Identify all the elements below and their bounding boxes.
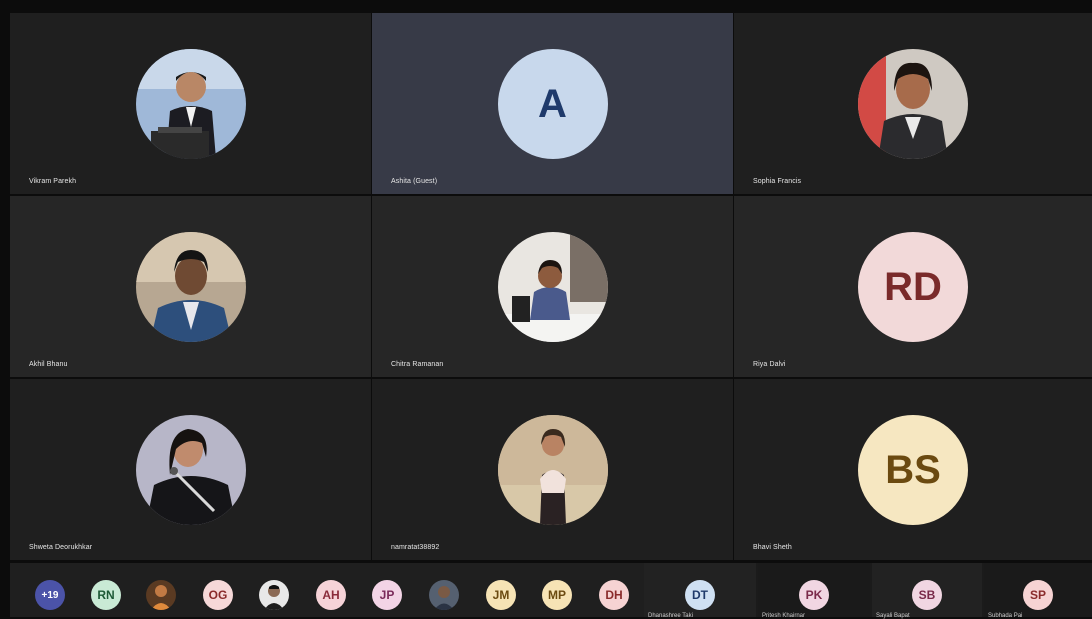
participant-name: Vikram Parekh — [29, 178, 77, 185]
participant-tile[interactable]: Vikram Parekh — [10, 13, 371, 194]
participant-name: Riya Dalvi — [753, 361, 786, 368]
participant-name: Dhanashree Taki — [648, 613, 693, 619]
participant-name: Shweta Deorukhkar — [29, 544, 93, 551]
participant-tile[interactable]: Sophia Francis — [734, 13, 1092, 194]
participant-tile[interactable]: RD Riya Dalvi — [734, 196, 1092, 377]
more-participants-button[interactable]: +19 — [35, 580, 65, 610]
participant-chip[interactable]: AH — [316, 580, 346, 610]
photo-man-dark-icon[interactable] — [429, 580, 459, 610]
participant-tile[interactable]: BS Bhavi Sheth — [734, 379, 1092, 560]
participant-name: Akhil Bhanu — [29, 361, 68, 368]
participant-small-tile[interactable]: SP Subhada Pai — [984, 563, 1092, 619]
avatar-initials: PK — [799, 580, 829, 610]
photo-man-suit-podium-icon — [135, 49, 246, 159]
photo-woman-standing-icon — [497, 415, 608, 525]
participant-chip[interactable]: OG — [203, 580, 233, 610]
avatar-initials: A — [497, 49, 608, 159]
participant-name: Subhada Pai — [988, 613, 1023, 619]
participant-tile-active-speaker[interactable]: A Ashita (Guest) — [372, 13, 733, 194]
participant-name: Sayali Bapat — [876, 613, 910, 619]
participant-small-tile[interactable]: SB Sayali Bapat — [872, 563, 982, 619]
participant-chip[interactable]: DH — [599, 580, 629, 610]
participant-chip[interactable]: MP — [542, 580, 572, 610]
participant-tile[interactable]: Akhil Bhanu — [10, 196, 371, 377]
participant-small-tile[interactable]: PK Pritesh Khairnar — [758, 563, 870, 619]
participant-chip[interactable]: JP — [372, 580, 402, 610]
avatar-initials: DT — [685, 580, 715, 610]
photo-woman-blazer-icon — [858, 49, 968, 159]
participant-overflow-strip: +19 RN OG AH JP JM MP DH DT Dhanashree T… — [10, 563, 1092, 619]
avatar-initials: SB — [912, 580, 942, 610]
avatar-initials: RD — [858, 232, 968, 342]
participant-chip[interactable]: JM — [486, 580, 516, 610]
participant-tile[interactable]: namratat38892 — [372, 379, 733, 560]
participant-name: Chitra Ramanan — [391, 361, 444, 368]
participant-name: Bhavi Sheth — [753, 544, 792, 551]
avatar-initials: BS — [858, 415, 968, 525]
participant-chip[interactable]: RN — [91, 580, 121, 610]
participant-name: Pritesh Khairnar — [762, 613, 806, 619]
participant-name: Sophia Francis — [753, 178, 802, 185]
participant-tile[interactable]: Chitra Ramanan — [372, 196, 733, 377]
photo-woman-desk-icon — [497, 232, 608, 342]
avatar-initials: SP — [1023, 580, 1053, 610]
photo-man-blue-suit-icon — [135, 232, 246, 342]
participant-name: namratat38892 — [391, 544, 440, 551]
participant-tile[interactable]: Shweta Deorukhkar — [10, 379, 371, 560]
photo-man-glasses-icon[interactable] — [259, 580, 289, 610]
participant-small-tile[interactable]: DT Dhanashree Taki — [644, 563, 756, 619]
participant-name: Ashita (Guest) — [391, 178, 438, 185]
photo-woman-microphone-icon — [135, 415, 246, 525]
meeting-stage: Vikram Parekh A Ashita (Guest) Sophia Fr… — [0, 0, 1092, 619]
photo-person-orange-icon[interactable] — [146, 580, 176, 610]
participant-grid: Vikram Parekh A Ashita (Guest) Sophia Fr… — [10, 13, 1092, 562]
